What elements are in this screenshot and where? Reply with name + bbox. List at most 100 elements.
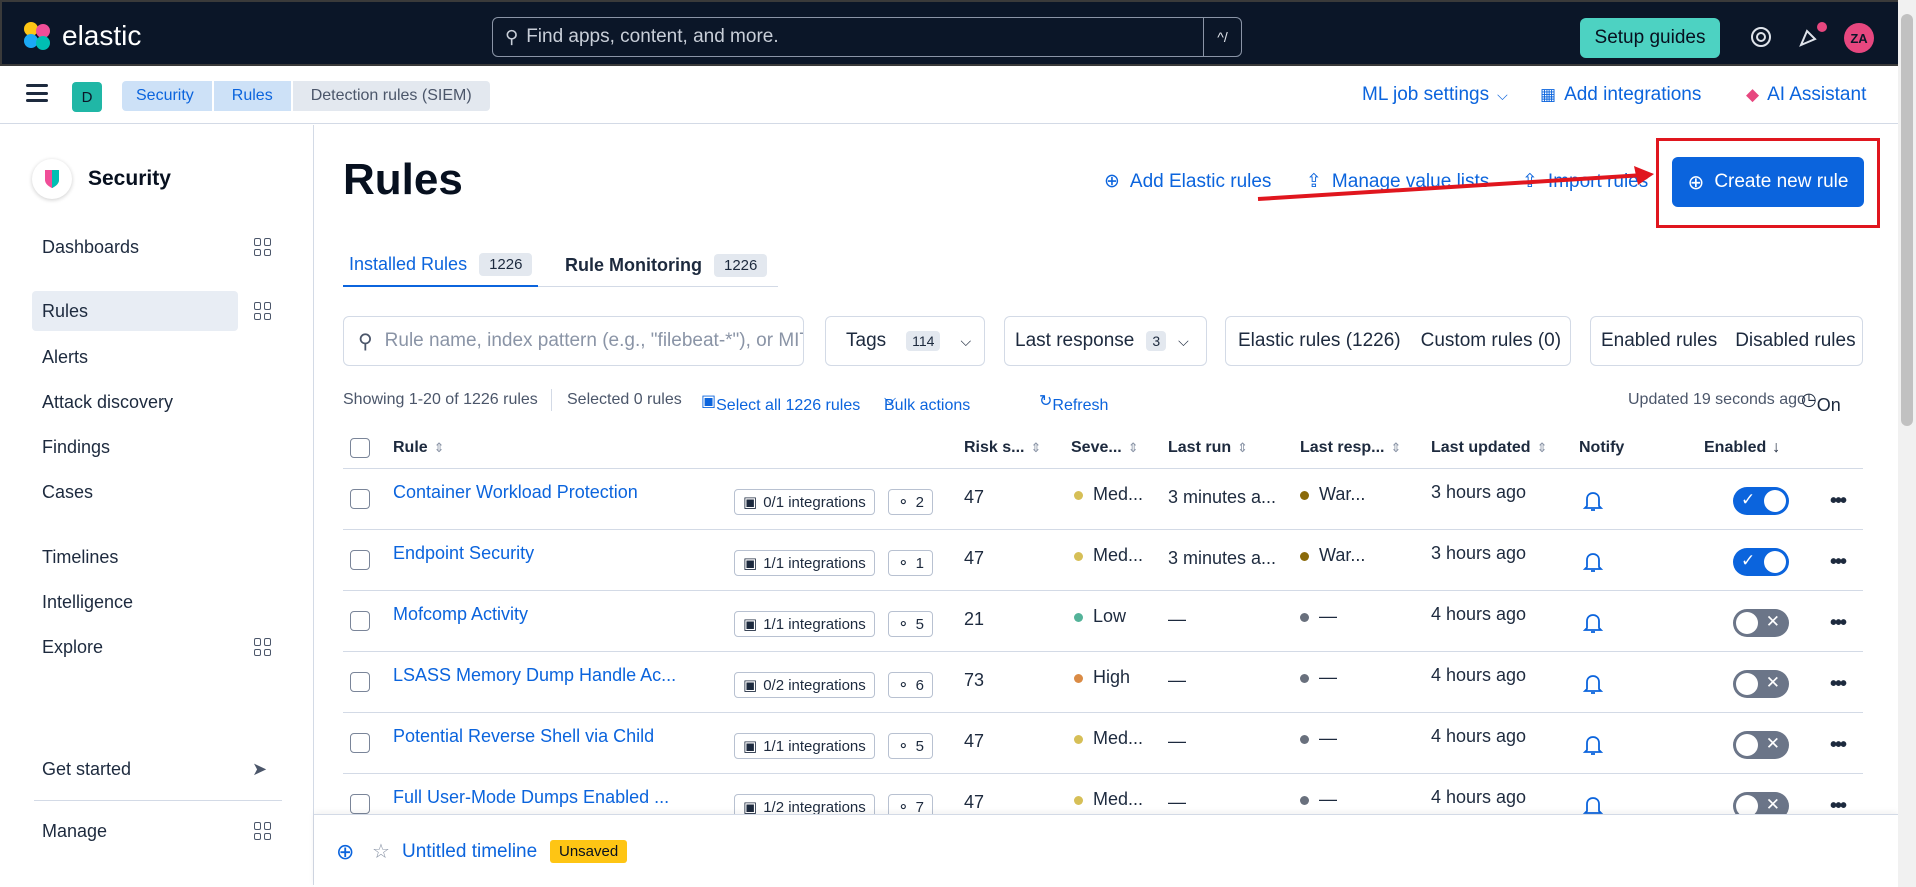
refresh-button[interactable]: ↻ Refresh <box>1039 391 1108 414</box>
bell-icon[interactable] <box>1582 672 1604 696</box>
tags-badge[interactable]: ⚬ 2 <box>888 489 933 515</box>
grid-icon[interactable] <box>254 638 272 656</box>
row-checkbox[interactable] <box>350 733 370 753</box>
sidebar-item-rules[interactable]: Rules <box>32 291 238 331</box>
sidebar-item-get-started[interactable]: Get started <box>32 749 238 789</box>
rule-name-link[interactable]: Mofcomp Activity <box>393 604 528 625</box>
column-enabled[interactable]: Enabled ↓ <box>1704 439 1780 457</box>
select-all-button[interactable]: ▣ Select all 1226 rules <box>701 391 860 414</box>
sidebar-item-alerts[interactable]: Alerts <box>32 337 238 377</box>
sidebar-item-findings[interactable]: Findings <box>32 427 238 467</box>
ml-job-settings-button[interactable]: ML job settings ⌵ <box>1362 84 1508 106</box>
enabled-toggle[interactable]: ✕ <box>1733 731 1789 759</box>
more-actions-icon[interactable]: ••• <box>1830 734 1847 757</box>
auto-refresh-toggle[interactable]: ◷ On <box>1801 389 1841 415</box>
sidebar-item-explore[interactable]: Explore <box>32 627 238 667</box>
custom-rules-filter[interactable]: Custom rules (0) <box>1401 330 1561 352</box>
add-timeline-icon[interactable]: ⊕ <box>336 839 354 865</box>
rule-search-input[interactable]: ⚲ Rule name, index pattern (e.g., "fileb… <box>343 316 804 366</box>
tags-badge[interactable]: ⚬ 6 <box>888 672 933 698</box>
setup-guides-button[interactable]: Setup guides <box>1580 18 1720 58</box>
more-actions-icon[interactable]: ••• <box>1830 673 1847 696</box>
column-severity[interactable]: Seve... ⇕ <box>1071 439 1139 457</box>
bell-icon[interactable] <box>1582 489 1604 513</box>
tab-installed-rules[interactable]: Installed Rules 1226 <box>343 243 539 287</box>
bulk-actions-button[interactable]: Bulk actions ⌵ <box>884 391 970 414</box>
more-actions-icon[interactable]: ••• <box>1830 490 1847 513</box>
integrations-badge[interactable]: ▣ 0/2 integrations <box>734 672 875 698</box>
disabled-rules-filter[interactable]: Disabled rules <box>1717 330 1855 352</box>
favorite-star-icon[interactable]: ☆ <box>372 839 390 864</box>
sidebar-item-dashboards[interactable]: Dashboards <box>32 227 238 267</box>
more-actions-icon[interactable]: ••• <box>1830 612 1847 635</box>
column-last-response[interactable]: Last resp... ⇕ <box>1300 439 1401 457</box>
refresh-label: Refresh <box>1052 397 1109 414</box>
bell-icon[interactable] <box>1582 550 1604 574</box>
row-checkbox[interactable] <box>350 611 370 631</box>
menu-toggle-icon[interactable] <box>26 84 48 102</box>
sidebar-item-cases[interactable]: Cases <box>32 472 238 512</box>
tab-label: Installed Rules <box>349 253 468 274</box>
space-avatar[interactable]: D <box>72 82 102 112</box>
rule-name-link[interactable]: Potential Reverse Shell via Child <box>393 726 654 747</box>
more-actions-icon[interactable]: ••• <box>1830 551 1847 574</box>
tags-badge[interactable]: ⚬ 1 <box>888 550 933 576</box>
integrations-badge[interactable]: ▣ 1/1 integrations <box>734 550 875 576</box>
grid-icon[interactable] <box>254 302 272 320</box>
integrations-badge[interactable]: ▣ 0/1 integrations <box>734 489 875 515</box>
tags-filter-button[interactable]: Tags 114 ⌵ <box>825 316 985 366</box>
elastic-rules-filter[interactable]: Elastic rules (1226) <box>1226 330 1401 352</box>
grid-icon[interactable] <box>254 822 272 840</box>
grid-icon[interactable] <box>254 238 272 256</box>
rule-name-link[interactable]: Full User-Mode Dumps Enabled ... <box>393 787 669 808</box>
row-checkbox[interactable] <box>350 489 370 509</box>
timeline-title-link[interactable]: Untitled timeline <box>402 841 537 863</box>
enabled-toggle[interactable]: ✕ <box>1733 670 1789 698</box>
breadcrumb-security[interactable]: Security <box>122 81 212 111</box>
user-avatar[interactable]: ZA <box>1844 23 1874 53</box>
enabled-toggle[interactable]: ✕ <box>1733 609 1789 637</box>
add-integrations-link[interactable]: ▦ Add integrations <box>1540 84 1701 106</box>
enabled-rules-filter[interactable]: Enabled rules <box>1591 330 1717 352</box>
sidebar-item-manage[interactable]: Manage <box>32 811 238 851</box>
tags-badge[interactable]: ⚬ 5 <box>888 611 933 637</box>
rocket-icon[interactable]: ➤ <box>252 759 267 780</box>
column-last-run[interactable]: Last run ⇕ <box>1168 439 1248 457</box>
breadcrumb-rules[interactable]: Rules <box>213 81 291 111</box>
last-response-filter-button[interactable]: Last response 3 ⌵ <box>1004 316 1207 366</box>
enabled-toggle[interactable]: ✓ <box>1733 487 1789 515</box>
integrations-badge[interactable]: ▣ 1/1 integrations <box>734 733 875 759</box>
column-rule[interactable]: Rule ⇕ <box>393 439 445 457</box>
cross-icon: ✕ <box>1765 612 1780 631</box>
enabled-toggle[interactable]: ✓ <box>1733 548 1789 576</box>
sidebar-item-attack-discovery[interactable]: Attack discovery <box>32 382 238 422</box>
annotation-arrow <box>1257 166 1654 201</box>
rule-name-link[interactable]: LSASS Memory Dump Handle Ac... <box>393 665 676 686</box>
rule-name-link[interactable]: Endpoint Security <box>393 543 534 564</box>
rule-name-link[interactable]: Container Workload Protection <box>393 482 638 503</box>
column-last-updated[interactable]: Last updated ⇕ <box>1431 439 1547 457</box>
row-checkbox[interactable] <box>350 794 370 814</box>
tab-rule-monitoring[interactable]: Rule Monitoring 1226 <box>565 243 768 287</box>
sidebar-item-timelines[interactable]: Timelines <box>32 537 238 577</box>
select-all-checkbox[interactable] <box>350 438 370 458</box>
add-elastic-rules-link[interactable]: ⊕ Add Elastic rules <box>1104 170 1271 193</box>
elastic-logo[interactable]: elastic <box>22 20 141 52</box>
ai-assistant-button[interactable]: ◆ AI Assistant <box>1746 84 1866 106</box>
package-icon: ▣ <box>743 494 758 511</box>
tags-badge[interactable]: ⚬ 5 <box>888 733 933 759</box>
global-search-input[interactable]: ⚲ Find apps, content, and more. ^/ <box>492 17 1242 57</box>
integrations-label: 1/1 integrations <box>763 615 866 633</box>
column-risk-score[interactable]: Risk s... ⇕ <box>964 439 1041 457</box>
scrollbar-thumb[interactable] <box>1901 14 1913 426</box>
column-label: Risk s... <box>964 439 1025 456</box>
response-dot <box>1300 673 1309 683</box>
row-checkbox[interactable] <box>350 672 370 692</box>
integrations-badge[interactable]: ▣ 1/1 integrations <box>734 611 875 637</box>
bell-icon[interactable] <box>1582 611 1604 635</box>
bell-icon[interactable] <box>1582 733 1604 757</box>
tags-count: 7 <box>915 798 924 816</box>
sidebar-item-intelligence[interactable]: Intelligence <box>32 582 238 622</box>
row-checkbox[interactable] <box>350 550 370 570</box>
help-icon[interactable] <box>1746 22 1776 52</box>
